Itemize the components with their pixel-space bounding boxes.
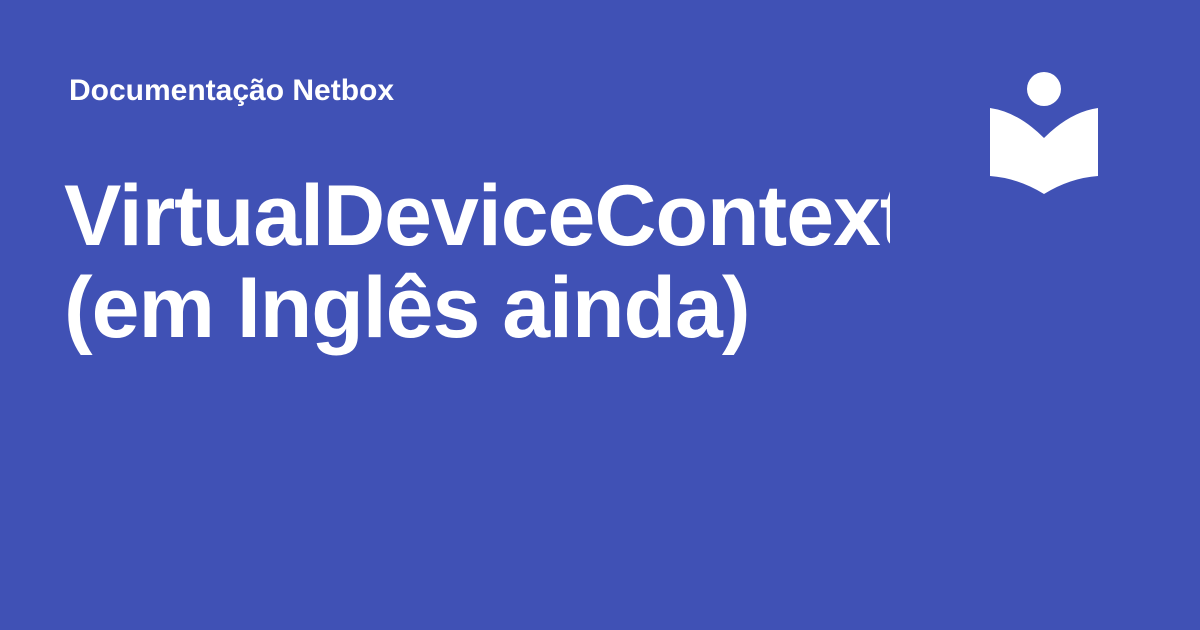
site-name: Documentação Netbox — [69, 74, 395, 107]
page-title: VirtualDeviceContext (em Inglês ainda) — [64, 170, 890, 380]
social-card: Documentação Netbox VirtualDeviceContext… — [0, 0, 1200, 630]
page-title-line-1: VirtualDeviceContext — [64, 170, 890, 264]
reader-book-icon — [990, 72, 1098, 194]
page-title-line-2: (em Inglês ainda) — [64, 260, 751, 356]
